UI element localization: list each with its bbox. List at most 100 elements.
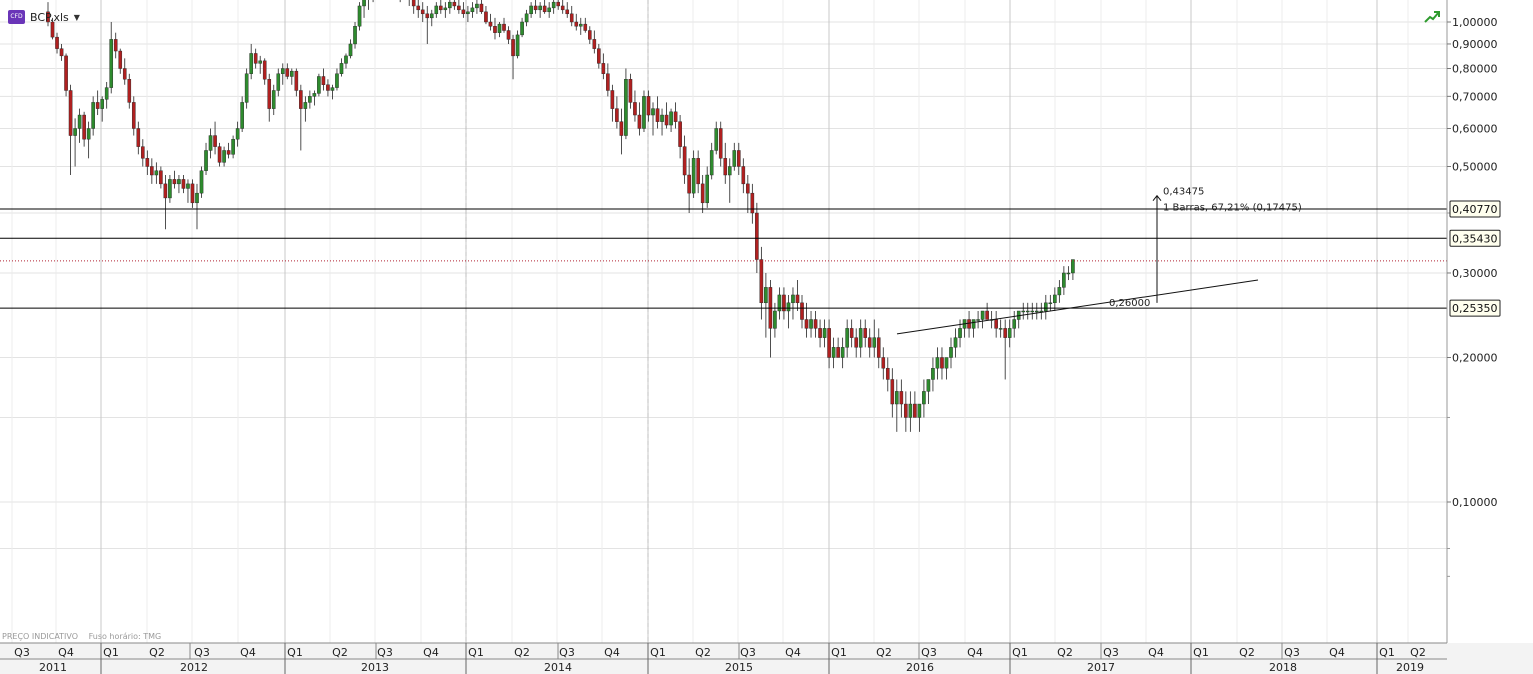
- candle-body: [876, 337, 881, 358]
- candle-body: [258, 60, 263, 64]
- candle-body: [818, 328, 822, 338]
- trendline: [896, 279, 1259, 335]
- candle-body: [131, 102, 136, 129]
- candle-body: [303, 102, 308, 109]
- quarter-label: Q1: [831, 646, 847, 659]
- candle-body: [565, 9, 570, 15]
- candle-body: [849, 328, 854, 338]
- quarter-label: Q3: [1284, 646, 1300, 659]
- candle-body: [732, 150, 737, 167]
- candle-body: [691, 158, 696, 194]
- candle-body: [276, 73, 281, 91]
- time-axis: Q3 Q4 Q1 Q2 Q3 Q4 Q1 Q2 Q3 Q4 Q1 Q2 Q3 Q4 Q1 Q2 Q3 Q4 Q1 Q2…: [0, 642, 1533, 674]
- candle-body: [542, 5, 547, 13]
- candle-body: [705, 174, 709, 204]
- candle-body: [827, 328, 831, 358]
- candle-body: [588, 30, 592, 40]
- candle-body: [235, 128, 240, 140]
- candle-body: [606, 73, 610, 91]
- candle-body: [971, 319, 976, 329]
- trendline-label: 0,26000: [1109, 298, 1150, 309]
- candle-body: [1066, 272, 1071, 275]
- candle-body: [515, 34, 520, 57]
- quarter-label: Q2: [149, 646, 165, 659]
- quarter-label: Q1: [287, 646, 303, 659]
- quarter-label: Q4: [967, 646, 983, 659]
- candle-body: [917, 403, 922, 418]
- price-tick-label: 0,10000: [1452, 496, 1498, 509]
- instrument-selector[interactable]: CFD BCP.xls ▼: [8, 8, 80, 26]
- candle-body: [881, 357, 886, 369]
- candle-body: [1012, 319, 1017, 329]
- candle-body: [890, 379, 895, 405]
- candle-body: [497, 23, 502, 33]
- candle-body: [425, 13, 430, 19]
- candle-body: [529, 5, 533, 15]
- measure-info-label: 1 Barras, 67,21% (0,17475): [1163, 203, 1302, 214]
- candle-body: [59, 48, 64, 57]
- timezone-note: Fuso horário: TMG: [88, 632, 162, 641]
- candle-body: [750, 192, 755, 214]
- year-label: 2016: [906, 661, 934, 674]
- candle-body: [610, 90, 615, 109]
- candle-body: [439, 5, 443, 11]
- candle-body: [457, 5, 461, 11]
- candle-body: [551, 1, 556, 9]
- candle-body: [429, 13, 434, 19]
- candle-body: [1044, 302, 1048, 312]
- candle-body: [976, 319, 980, 321]
- candle-body: [854, 337, 858, 348]
- price-chart[interactable]: 0,26000 0,43475 1 Barras, 67,21% (0,17475)…: [0, 0, 1533, 674]
- candle-body: [82, 114, 86, 140]
- candle-body: [1057, 287, 1062, 296]
- candle-body: [443, 7, 448, 11]
- candle-body: [168, 179, 172, 199]
- candle-body: [678, 121, 682, 147]
- quarter-label: Q3: [559, 646, 575, 659]
- candle-body: [127, 79, 132, 103]
- year-label: 2012: [180, 661, 208, 674]
- candle-body: [353, 26, 357, 45]
- candle-body: [809, 319, 813, 329]
- candle-body: [664, 114, 669, 126]
- candle-body: [1053, 294, 1057, 304]
- candle-body: [935, 357, 940, 369]
- candle-body: [253, 53, 258, 64]
- quarter-label: Q1: [650, 646, 666, 659]
- candle-body: [958, 328, 962, 338]
- candle-body: [700, 183, 705, 204]
- candle-body: [511, 39, 515, 57]
- candle-body: [687, 174, 691, 194]
- price-tick-label: 0,20000: [1452, 352, 1498, 365]
- candle-body: [249, 53, 253, 74]
- candle-body: [524, 13, 529, 23]
- quarter-label: Q2: [876, 646, 892, 659]
- candle-body: [592, 39, 597, 49]
- level-price-label: 0,25350: [1452, 302, 1498, 315]
- candle-body: [1021, 310, 1026, 313]
- candle-body: [280, 68, 285, 74]
- candle-body: [736, 150, 741, 167]
- candle-body: [533, 5, 538, 11]
- candle-body: [998, 328, 1003, 330]
- candle-body: [118, 50, 123, 69]
- candle-body: [434, 5, 439, 15]
- candle-body: [655, 108, 660, 122]
- year-label: 2013: [361, 661, 389, 674]
- year-label: 2014: [544, 661, 572, 674]
- candle-body: [222, 150, 226, 163]
- candle-body: [299, 90, 303, 109]
- chevron-down-icon: ▼: [73, 12, 80, 22]
- candle-body: [68, 90, 73, 136]
- candle-body: [755, 212, 759, 260]
- quarter-label: Q1: [1012, 646, 1028, 659]
- quarter-label: Q3: [377, 646, 393, 659]
- candle-body: [109, 39, 114, 88]
- quarter-label: Q4: [1148, 646, 1164, 659]
- candle-body: [145, 158, 150, 167]
- candle-body: [420, 9, 425, 15]
- candle-body: [1034, 310, 1039, 313]
- candle-body: [967, 319, 971, 329]
- trend-up-icon[interactable]: [1424, 10, 1440, 24]
- candle-body: [204, 150, 208, 171]
